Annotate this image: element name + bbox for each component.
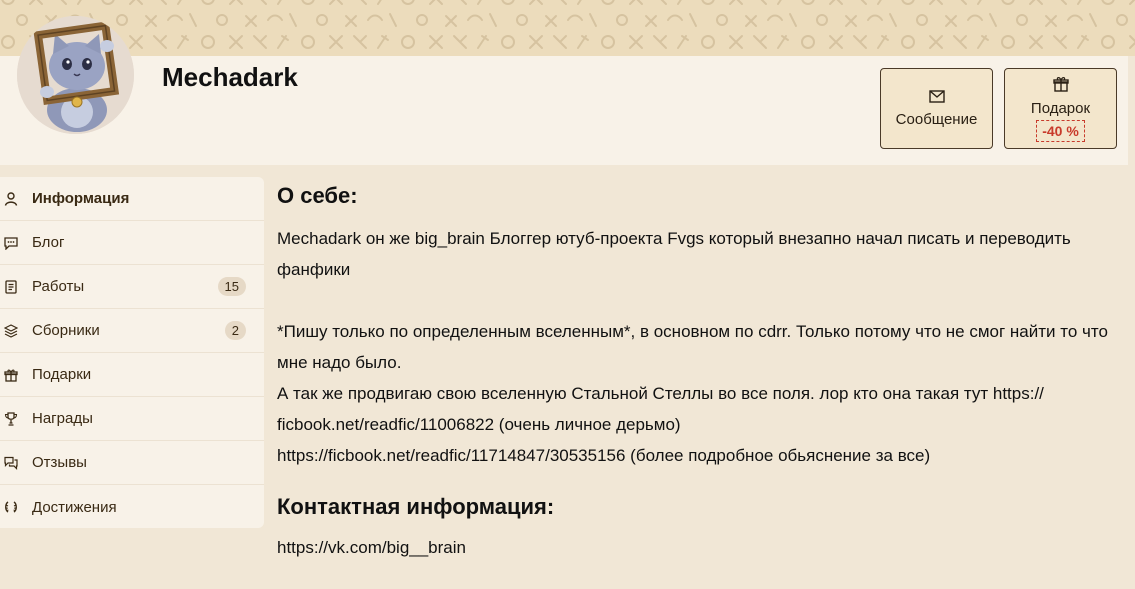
laurel-icon xyxy=(4,500,18,514)
contact-heading: Контактная информация: xyxy=(277,494,555,519)
sidebar-item-info[interactable]: Информация xyxy=(0,177,264,221)
send-message-button[interactable]: Сообщение xyxy=(880,68,993,149)
profile-info-content: О себе: Mechadark он же big_brain Блогге… xyxy=(277,180,1135,557)
sidebar-item-label: Сборники xyxy=(32,322,100,339)
sidebar-item-achievements[interactable]: Достижения xyxy=(0,485,264,529)
layers-icon xyxy=(4,323,18,338)
sidebar-item-label: Блог xyxy=(32,234,65,251)
send-gift-button[interactable]: Подарок -40 % xyxy=(1004,68,1117,149)
send-gift-label: Подарок xyxy=(1030,99,1091,117)
chat-icon xyxy=(4,236,18,250)
envelope-icon xyxy=(928,89,945,107)
banner-pattern xyxy=(0,0,1135,56)
sidebar-item-label: Достижения xyxy=(32,498,117,516)
profile-username: Mechadark xyxy=(162,62,298,92)
works-count-badge: 15 xyxy=(217,276,246,297)
about-heading: О себе: xyxy=(277,183,358,208)
user-avatar[interactable] xyxy=(17,16,134,134)
gift-icon xyxy=(4,368,18,382)
sidebar-item-blog[interactable]: Блог xyxy=(0,221,264,265)
sidebar-item-label: Работы xyxy=(32,278,85,295)
sidebar-item-label: Информация xyxy=(32,190,130,207)
sidebar-item-label: Подарки xyxy=(32,366,92,383)
profile-sidebar: Информация Блог Работы 15 Сборники 2 Под… xyxy=(0,177,264,528)
sidebar-item-reviews[interactable]: Отзывы xyxy=(0,441,264,485)
sidebar-item-label: Награды xyxy=(32,410,93,427)
document-icon xyxy=(4,279,18,294)
cat-avatar-icon xyxy=(17,16,134,134)
contact-link[interactable]: https://vk.com/big__brain xyxy=(277,538,466,558)
sidebar-item-works[interactable]: Работы 15 xyxy=(0,265,264,309)
gift-discount-badge: -40 % xyxy=(1036,119,1085,142)
gift-icon xyxy=(1052,76,1069,96)
reviews-icon xyxy=(4,456,18,470)
sidebar-item-gifts[interactable]: Подарки xyxy=(0,353,264,397)
sidebar-item-awards[interactable]: Награды xyxy=(0,397,264,441)
send-message-label: Сообщение xyxy=(895,110,978,128)
sidebar-item-label: Отзывы xyxy=(32,454,87,471)
sidebar-item-collections[interactable]: Сборники 2 xyxy=(0,309,264,353)
collections-count-badge: 2 xyxy=(224,320,246,341)
about-text: Mechadark он же big_brain Блоггер ютуб-п… xyxy=(277,229,1108,465)
user-icon xyxy=(4,191,18,206)
profile-banner xyxy=(0,0,1135,56)
trophy-icon xyxy=(4,411,18,426)
